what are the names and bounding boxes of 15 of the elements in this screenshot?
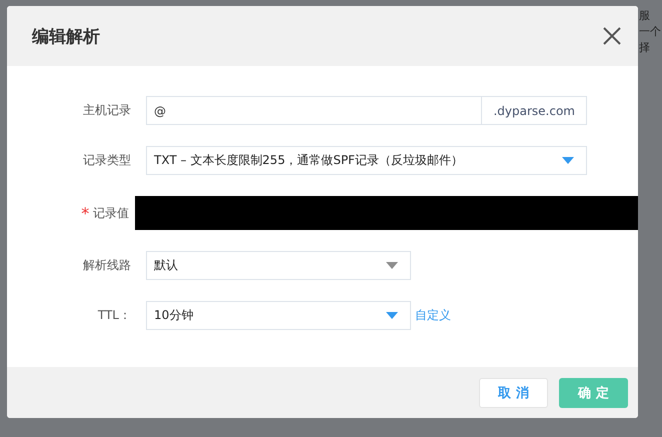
domain-suffix: .dyparse.com (481, 97, 586, 124)
close-icon[interactable] (602, 26, 622, 46)
background-text: 服 (639, 9, 651, 23)
required-mark: * (81, 204, 90, 222)
dropdown[interactable]: TXT – 文本长度限制255，通常做SPF记录（反垃圾邮件） (146, 146, 587, 175)
host-input-field[interactable]: @ .dyparse.com (146, 96, 587, 125)
background-text: 择 (639, 41, 651, 55)
field-label: 记录类型 (83, 152, 131, 169)
background-text: 一个 (639, 25, 661, 39)
field-label: TTL： (98, 307, 131, 324)
field-label: 记录值 (93, 204, 130, 222)
field-label: 解析线路 (83, 257, 131, 274)
dropdown[interactable]: 10分钟 (146, 301, 411, 330)
dialog-title: 编辑解析 (32, 26, 100, 48)
field-label: 主机记录 (83, 102, 131, 119)
